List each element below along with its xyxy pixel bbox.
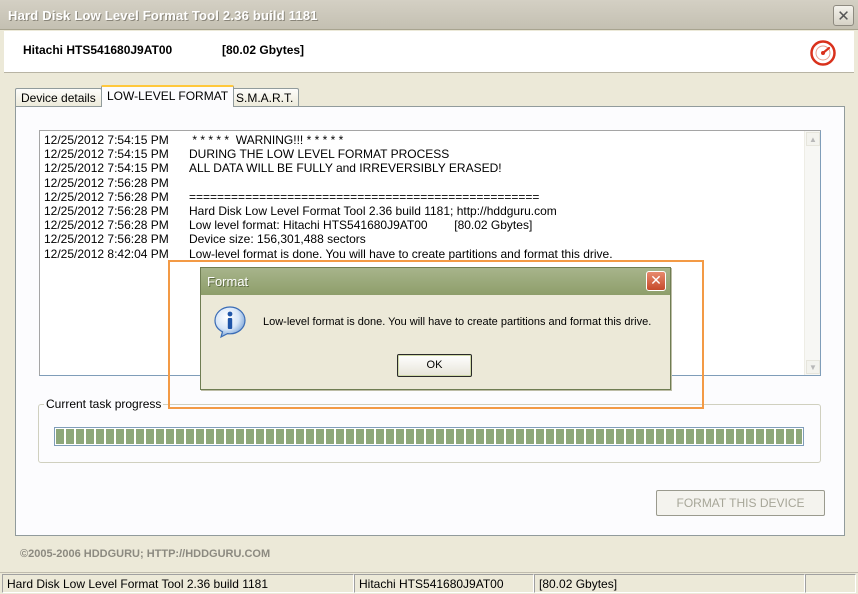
progress-bar (54, 427, 804, 446)
scroll-up-icon[interactable]: ▲ (806, 132, 820, 146)
hddguru-logo-icon (810, 40, 836, 66)
status-model: Hitachi HTS541680J9AT00 (354, 574, 534, 593)
log-timestamp: 12/25/2012 7:56:28 PM (44, 189, 169, 204)
log-text: Low-level format is done. You will have … (189, 246, 613, 261)
log-timestamp: 12/25/2012 7:56:28 PM (44, 218, 169, 233)
copyright-text: ©2005-2006 HDDGURU; HTTP://HDDGURU.COM (20, 548, 271, 560)
info-icon (214, 306, 246, 339)
log-text: DURING THE LOW LEVEL FORMAT PROCESS (189, 147, 450, 162)
device-header: Hitachi HTS541680J9AT00 [80.02 Gbytes] (4, 31, 854, 73)
log-timestamp: 12/25/2012 7:54:15 PM (44, 133, 169, 147)
log-entry: 12/25/2012 7:54:15 PM DURING THE LOW LEVE… (44, 147, 613, 161)
format-dialog: Format ✕ Low-level format is done. You w… (200, 267, 671, 390)
log-text: ALL DATA WILL BE FULLY and IRREVERSIBLY … (189, 161, 502, 176)
log-entry: 12/25/2012 7:56:28 PM Low level format: H… (44, 218, 613, 232)
dialog-close-button[interactable]: ✕ (646, 271, 666, 291)
status-bar: Hard Disk Low Level Format Tool 2.36 bui… (0, 572, 858, 594)
log-timestamp: 12/25/2012 7:54:15 PM (44, 161, 169, 176)
format-device-button[interactable]: FORMAT THIS DEVICE (656, 490, 825, 516)
close-icon: ✕ (837, 6, 850, 25)
log-text: Low level format: Hitachi HTS541680J9AT0… (189, 218, 533, 233)
status-empty (805, 574, 856, 593)
log-entry: 12/25/2012 7:54:15 PM * * * * * WARNING!… (44, 133, 613, 147)
log-lines: 12/25/2012 7:54:15 PM * * * * * WARNING!… (44, 133, 613, 261)
dialog-message: Low-level format is done. You will have … (263, 316, 652, 328)
log-entry: 12/25/2012 7:56:28 PM ===================… (44, 190, 613, 204)
scroll-down-icon[interactable]: ▼ (806, 360, 820, 374)
progress-fill (56, 429, 802, 444)
log-text: ========================================… (189, 189, 540, 204)
log-timestamp: 12/25/2012 7:56:28 PM (44, 203, 169, 218)
dialog-title-bar: Format (201, 268, 670, 295)
window-close-button[interactable]: ✕ (833, 5, 854, 26)
dialog-title: Format (207, 274, 249, 289)
log-entry: 12/25/2012 7:56:28 PM Device size: 156,30… (44, 232, 613, 246)
progress-label: Current task progress (44, 397, 164, 411)
tab-low-level-format[interactable]: LOW-LEVEL FORMAT (101, 85, 235, 107)
log-scrollbar[interactable]: ▲ ▼ (804, 131, 820, 375)
log-text: Hard Disk Low Level Format Tool 2.36 bui… (189, 203, 557, 218)
status-size: [80.02 Gbytes] (534, 574, 805, 593)
device-size: [80.02 Gbytes] (222, 43, 305, 57)
log-entry: 12/25/2012 7:56:28 PM (44, 176, 613, 190)
log-text: * * * * * WARNING!!! * * * * * (189, 133, 344, 147)
log-timestamp: 12/25/2012 7:56:28 PM (44, 175, 169, 190)
log-entry: 12/25/2012 7:56:28 PM Hard Disk Low Level… (44, 204, 613, 218)
title-bar: Hard Disk Low Level Format Tool 2.36 bui… (0, 0, 858, 30)
ok-button[interactable]: OK (397, 354, 472, 377)
log-timestamp: 12/25/2012 7:54:15 PM (44, 147, 169, 162)
device-model: Hitachi HTS541680J9AT00 (23, 43, 173, 57)
window-title: Hard Disk Low Level Format Tool 2.36 bui… (8, 8, 318, 23)
log-entry: 12/25/2012 8:42:04 PM Low-level format is… (44, 247, 613, 261)
log-text: Device size: 156,301,488 sectors (189, 232, 366, 247)
log-entry: 12/25/2012 7:54:15 PM ALL DATA WILL BE FU… (44, 161, 613, 175)
close-icon: ✕ (650, 273, 662, 289)
log-timestamp: 12/25/2012 8:42:04 PM (44, 246, 169, 261)
status-app: Hard Disk Low Level Format Tool 2.36 bui… (2, 574, 354, 593)
log-timestamp: 12/25/2012 7:56:28 PM (44, 232, 169, 247)
tab-smart[interactable]: S.M.A.R.T. (230, 88, 300, 107)
tab-device-details[interactable]: Device details (15, 88, 102, 107)
